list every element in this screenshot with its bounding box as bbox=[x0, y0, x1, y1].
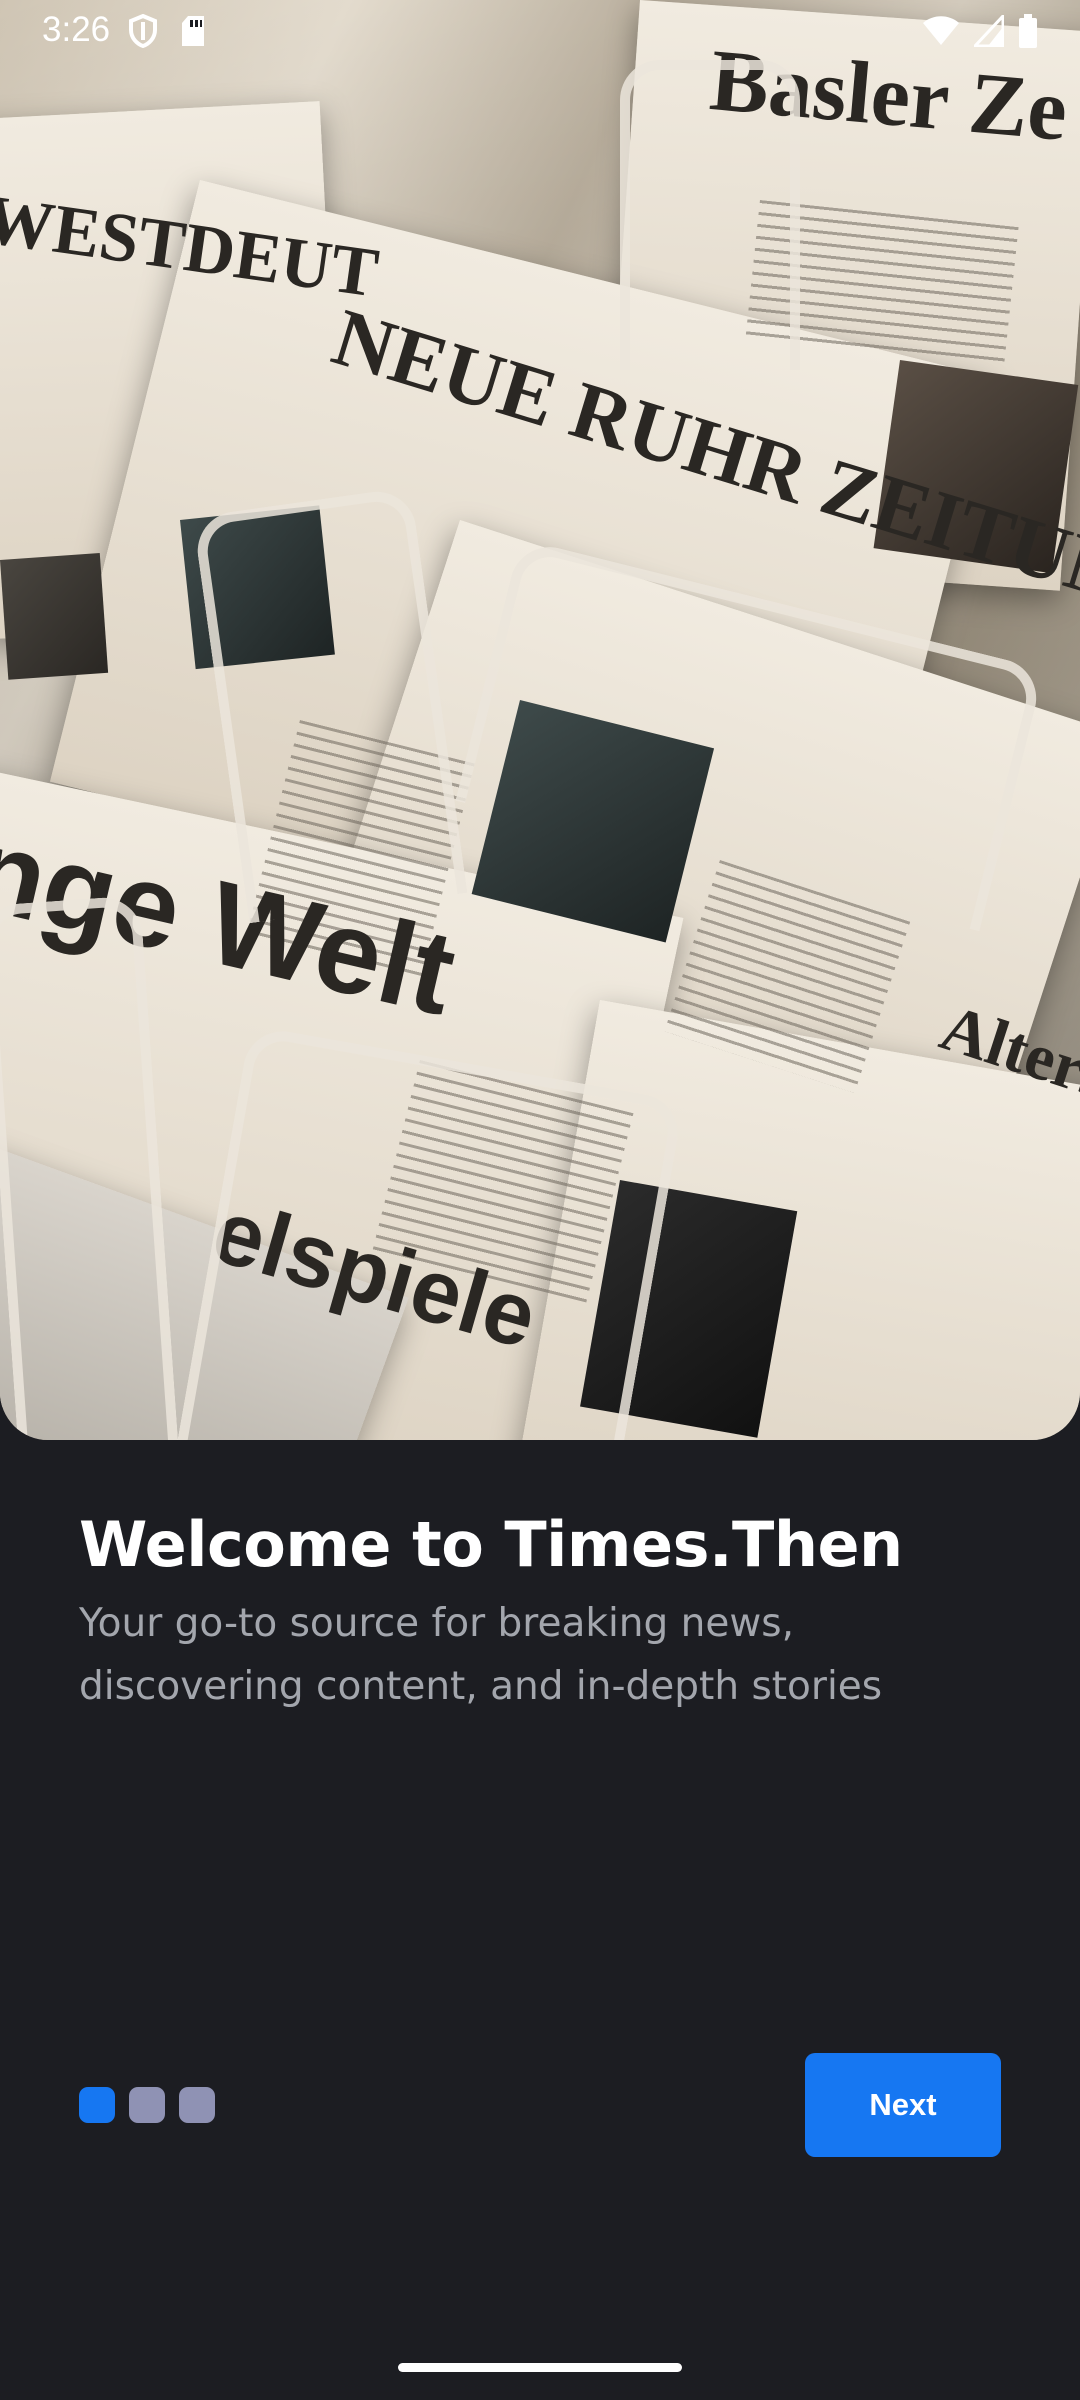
status-bar: 3:26 bbox=[0, 0, 1080, 64]
sd-card-icon bbox=[180, 15, 206, 56]
wifi-icon bbox=[922, 15, 960, 56]
next-button[interactable]: Next bbox=[805, 2053, 1001, 2157]
home-indicator[interactable] bbox=[398, 2363, 682, 2372]
onboarding-subtitle: Your go-to source for breaking news, dis… bbox=[79, 1601, 883, 1709]
rack-wire bbox=[176, 1025, 684, 1440]
page-indicator-dot-active[interactable] bbox=[79, 2087, 115, 2123]
shield-icon bbox=[128, 13, 158, 57]
battery-icon bbox=[1018, 14, 1038, 57]
page-indicator-dot[interactable] bbox=[129, 2087, 165, 2123]
rack-wire bbox=[620, 60, 800, 370]
newspaper-photo bbox=[0, 553, 109, 680]
status-time: 3:26 bbox=[42, 10, 111, 49]
page-indicator-dot[interactable] bbox=[179, 2087, 215, 2123]
page-indicator bbox=[79, 2087, 215, 2123]
cellular-signal-icon bbox=[971, 12, 1005, 56]
onboarding-title: Welcome to Times.Then bbox=[79, 1508, 903, 1581]
hero-image: Basler Ze WESTDEUT NEUE RUHR ZEITUNG nge… bbox=[0, 0, 1080, 1440]
onboarding-screen: Basler Ze WESTDEUT NEUE RUHR ZEITUNG nge… bbox=[0, 0, 1080, 2400]
